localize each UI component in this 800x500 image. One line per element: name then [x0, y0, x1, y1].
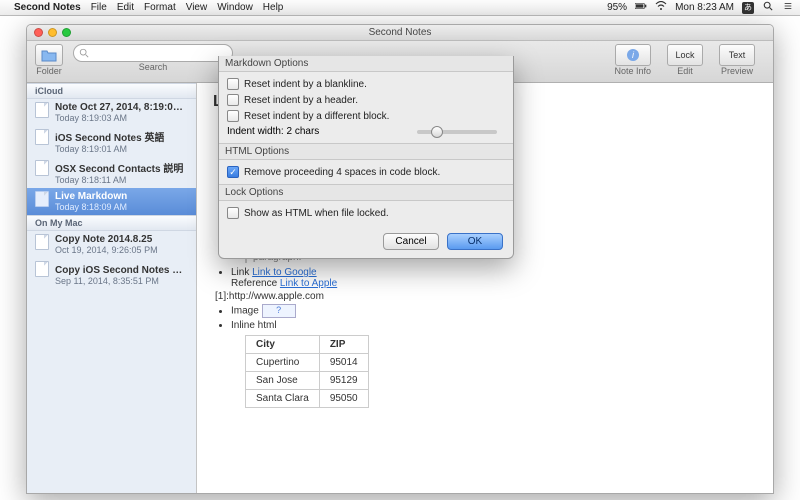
cancel-button[interactable]: Cancel — [383, 233, 439, 250]
search-icon — [79, 48, 89, 58]
menu-help[interactable]: Help — [263, 2, 284, 13]
link-apple[interactable]: Link to Apple — [280, 278, 337, 289]
window-title: Second Notes — [27, 27, 773, 38]
sidebar-section-onmymac: On My Mac — [27, 215, 196, 231]
checkbox-icon — [227, 78, 239, 90]
checkbox-reset-block[interactable]: Reset indent by a different block. — [223, 108, 509, 124]
note-item[interactable]: Note Oct 27, 2014, 8:19:0…Today 8:19:03 … — [27, 99, 196, 126]
info-icon: i — [626, 48, 640, 62]
menu-file[interactable]: File — [91, 2, 107, 13]
noteinfo-label: Note Info — [614, 66, 651, 76]
preview-label: Preview — [721, 66, 753, 76]
notification-center-icon[interactable] — [782, 1, 794, 14]
folder-icon — [41, 48, 57, 62]
menu-format[interactable]: Format — [144, 2, 176, 13]
note-item[interactable]: Copy Note 2014.8.25Oct 19, 2014, 9:26:05… — [27, 231, 196, 258]
folder-button[interactable] — [35, 44, 63, 66]
group-html-options: HTML Options — [219, 143, 513, 160]
folder-label: Folder — [36, 66, 62, 76]
note-item[interactable]: iOS Second Notes 英語Today 8:19:01 AM — [27, 126, 196, 157]
indent-width-label: Indent width: 2 chars — [227, 126, 319, 137]
sidebar: iCloud Note Oct 27, 2014, 8:19:0…Today 8… — [27, 83, 197, 493]
menu-edit[interactable]: Edit — [117, 2, 134, 13]
group-markdown-options: Markdown Options — [219, 56, 513, 72]
image-placeholder: ? — [262, 304, 296, 318]
inline-table: CityZIP Cupertino95014 San Jose95129 San… — [245, 335, 369, 408]
battery-icon — [635, 1, 647, 14]
lock-button[interactable]: Lock — [667, 44, 703, 66]
group-lock-options: Lock Options — [219, 184, 513, 201]
slider-knob[interactable] — [431, 126, 443, 138]
ok-button[interactable]: OK — [447, 233, 503, 250]
checkbox-icon — [227, 94, 239, 106]
text-preview-button[interactable]: Text — [719, 44, 755, 66]
checkbox-icon — [227, 166, 239, 178]
document-icon — [35, 129, 49, 145]
link-google[interactable]: Link to Google — [252, 267, 317, 278]
note-item[interactable]: Copy iOS Second Notes 説明Sep 11, 2014, 8:… — [27, 258, 196, 289]
checkbox-icon — [227, 110, 239, 122]
document-icon — [35, 102, 49, 118]
indent-width-slider[interactable] — [417, 130, 497, 134]
note-info-button[interactable]: i — [615, 44, 651, 66]
document-icon — [35, 261, 49, 277]
menu-window[interactable]: Window — [217, 2, 253, 13]
window-titlebar[interactable]: Second Notes — [27, 25, 773, 41]
sidebar-section-icloud: iCloud — [27, 83, 196, 99]
note-item[interactable]: OSX Second Contacts 説明Today 8:18:11 AM — [27, 157, 196, 188]
search-input[interactable] — [73, 44, 233, 62]
checkbox-icon — [227, 207, 239, 219]
document-icon — [35, 234, 49, 250]
menubar-clock[interactable]: Mon 8:23 AM — [675, 2, 734, 13]
options-sheet: Markdown Options Reset indent by a blank… — [218, 56, 514, 259]
spotlight-icon[interactable] — [762, 1, 774, 14]
battery-status: 95% — [607, 2, 627, 13]
checkbox-show-html-locked[interactable]: Show as HTML when file locked. — [223, 205, 509, 221]
checkbox-reset-blankline[interactable]: Reset indent by a blankline. — [223, 76, 509, 92]
document-icon — [35, 160, 49, 176]
reference-line: [1]:http://www.apple.com — [215, 291, 757, 302]
checkbox-remove-4spaces[interactable]: Remove proceeding 4 spaces in code block… — [223, 164, 509, 180]
input-menu-icon[interactable]: あ — [742, 2, 754, 14]
note-item-selected[interactable]: Live MarkdownToday 8:18:09 AM — [27, 188, 196, 215]
menu-view[interactable]: View — [186, 2, 208, 13]
document-icon — [35, 191, 49, 207]
search-label: Search — [139, 62, 168, 72]
checkbox-reset-header[interactable]: Reset indent by a header. — [223, 92, 509, 108]
menubar: Second Notes File Edit Format View Windo… — [0, 0, 800, 16]
app-menu[interactable]: Second Notes — [14, 2, 81, 13]
edit-label: Edit — [677, 66, 693, 76]
wifi-icon[interactable] — [655, 1, 667, 14]
